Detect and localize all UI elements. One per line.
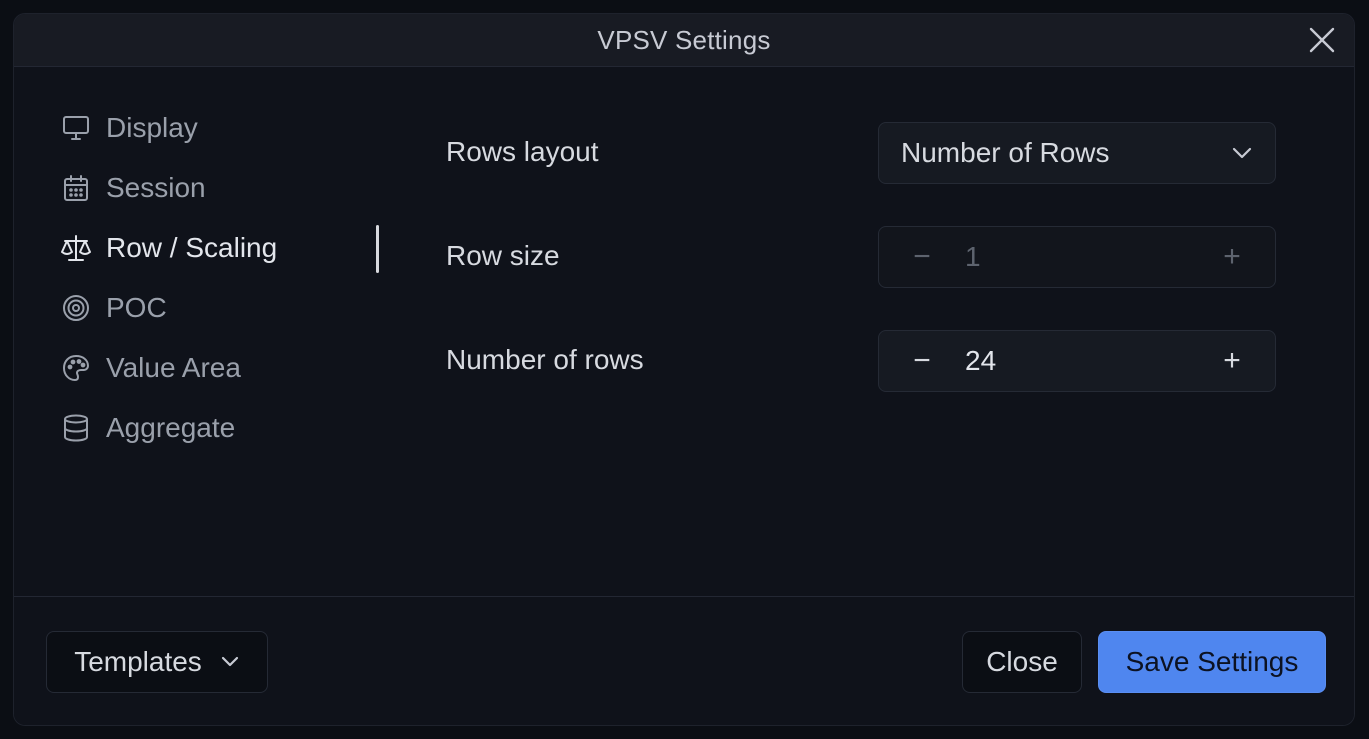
sidebar-item-row-scaling[interactable]: Row / Scaling — [60, 218, 380, 278]
close-button[interactable]: Close — [962, 631, 1082, 693]
chevron-down-icon — [1231, 146, 1253, 160]
sidebar-item-value-area[interactable]: Value Area — [60, 338, 380, 398]
rows-layout-value: Number of Rows — [901, 137, 1110, 168]
rows-layout-label: Rows layout — [446, 136, 599, 167]
target-icon — [60, 292, 92, 324]
number-of-rows-label: Number of rows — [446, 344, 644, 375]
active-indicator — [376, 225, 379, 273]
close-icon[interactable] — [1306, 24, 1338, 56]
dialog-header: VPSV Settings — [14, 14, 1354, 67]
sidebar-item-label: Aggregate — [106, 412, 236, 443]
rows-layout-select[interactable]: Number of Rows — [878, 122, 1276, 184]
dialog-title: VPSV Settings — [597, 24, 771, 55]
row-size-label: Row size — [446, 240, 560, 271]
save-settings-button[interactable]: Save Settings — [1098, 631, 1326, 693]
row-size-decrement-button[interactable]: − — [879, 227, 965, 287]
sidebar-item-display[interactable]: Display — [60, 98, 380, 158]
row-size-increment-button[interactable]: + — [1189, 227, 1275, 287]
database-icon — [60, 412, 92, 444]
number-of-rows-decrement-button[interactable]: − — [879, 331, 965, 391]
sidebar-item-label: Display — [106, 112, 198, 143]
number-of-rows-increment-button[interactable]: + — [1189, 331, 1275, 391]
number-of-rows-stepper[interactable]: − 24 + — [878, 330, 1276, 392]
sidebar-item-label: POC — [106, 292, 167, 323]
monitor-icon — [60, 112, 92, 144]
settings-dialog: VPSV Settings Display Session Row / Scal… — [13, 13, 1355, 726]
row-size-stepper[interactable]: − 1 + — [878, 226, 1276, 288]
settings-sidebar: Display Session Row / Scaling POC Value … — [60, 98, 380, 458]
sidebar-item-label: Row / Scaling — [106, 232, 278, 263]
templates-button[interactable]: Templates — [46, 631, 268, 693]
dialog-footer: Templates Close Save Settings — [14, 596, 1354, 725]
sidebar-item-poc[interactable]: POC — [60, 278, 380, 338]
calendar-icon — [60, 172, 92, 204]
sidebar-item-aggregate[interactable]: Aggregate — [60, 398, 380, 458]
sidebar-item-label: Value Area — [106, 352, 241, 383]
row-size-value[interactable]: 1 — [965, 241, 1189, 273]
chevron-down-icon — [220, 656, 240, 668]
number-of-rows-value[interactable]: 24 — [965, 345, 1189, 377]
palette-icon — [60, 352, 92, 384]
sidebar-item-session[interactable]: Session — [60, 158, 380, 218]
sidebar-item-label: Session — [106, 172, 206, 203]
scale-icon — [60, 232, 92, 264]
templates-label: Templates — [74, 646, 202, 677]
